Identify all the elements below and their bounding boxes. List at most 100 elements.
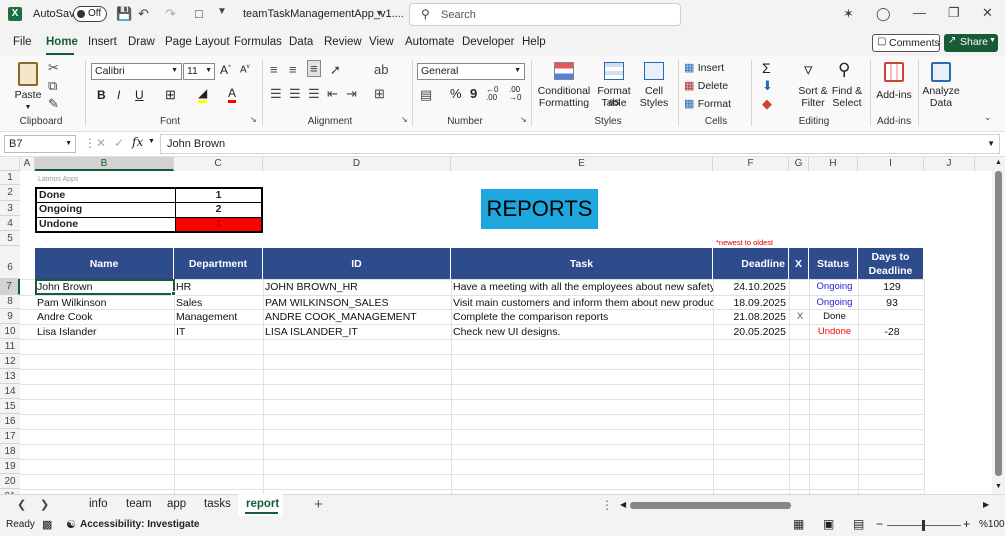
row-header-13[interactable]: 13 [0,369,20,384]
row-header-7[interactable]: 7 [0,279,20,295]
row-header-20[interactable]: 20 [0,474,20,489]
column-header-b[interactable]: B [35,157,174,171]
align-right-icon[interactable]: ☰ [308,86,320,102]
menu-data[interactable]: Data [289,36,313,48]
row-header-11[interactable]: 11 [0,339,20,354]
macro-record-icon[interactable]: ▩ [42,518,52,531]
scroll-up-icon[interactable]: ▲ [995,159,1002,166]
cell-dept[interactable]: Management [174,310,263,324]
collapse-ribbon-icon[interactable]: ⌄ [984,112,992,123]
align-middle-icon[interactable]: ≡ [289,62,297,77]
format-as-table-button[interactable]: Format as Table [592,60,636,114]
column-header-f[interactable]: F [713,157,789,171]
page-break-view-icon[interactable]: ▤ [853,517,864,531]
clear-icon[interactable]: ◆ [762,96,772,112]
prev-sheet-icon[interactable]: ❮ [17,498,26,511]
insert-function-icon[interactable]: fx [132,135,143,149]
italic-icon[interactable]: I [117,88,120,102]
cell-id[interactable]: PAM WILKINSON_SALES [263,296,451,310]
menu-help[interactable]: Help [522,36,546,48]
add-sheet-icon[interactable]: + [314,496,323,513]
share-button[interactable]: ↗ Share ▼ [944,34,998,52]
font-name-select[interactable]: Calibri ▼ [91,63,182,80]
menu-view[interactable]: View [369,36,394,48]
cell-x[interactable]: X [789,310,809,324]
decrease-decimal-icon[interactable]: .00 →0 [509,86,521,102]
save-icon[interactable]: 💾 [116,6,132,22]
cell-status[interactable]: Undone [809,325,858,339]
row-header-1[interactable]: 1 [0,171,20,185]
format-cells-button[interactable]: ▦ Format [684,96,744,112]
lightbulb-icon[interactable]: ◯ [876,6,891,22]
comma-style-icon[interactable]: 9 [470,86,477,101]
column-header-d[interactable]: D [263,157,451,171]
menu-home[interactable]: Home [46,36,78,48]
close-icon[interactable]: ✕ [982,5,993,21]
cut-icon[interactable]: ✂ [48,60,59,76]
orientation-icon[interactable]: ➚ [330,62,341,78]
formula-input[interactable]: John Brown ▼ [160,134,1000,154]
cell-name[interactable]: Andre Cook [35,310,174,324]
sheet-tab-info[interactable]: info [89,498,108,510]
row-header-17[interactable]: 17 [0,429,20,444]
row-header-8[interactable]: 8 [0,295,20,309]
cell-dept[interactable]: Sales [174,296,263,310]
underline-icon[interactable]: U [135,88,144,102]
file-name-chevron-icon[interactable]: ▼ [375,8,384,18]
horizontal-scroll-thumb[interactable] [630,502,791,509]
copy-icon[interactable]: ⧉ [48,78,57,94]
align-bottom-icon[interactable]: ≡ [307,60,321,77]
cell-days[interactable]: 93 [858,296,924,310]
vertical-scrollbar[interactable]: ▲ ▼ [992,157,1005,494]
zoom-slider-thumb[interactable] [922,520,925,531]
undo-icon[interactable]: ↶ [138,6,149,22]
quick-access-dropdown-icon[interactable]: ▼ [217,6,227,17]
increase-decimal-icon[interactable]: ←0.00 [486,86,498,102]
vertical-scroll-thumb[interactable] [995,171,1002,476]
sort-filter-button[interactable]: ▿ Sort & Filter [796,60,830,114]
row-header-16[interactable]: 16 [0,414,20,429]
addins-button[interactable]: Add-ins [876,60,912,114]
scroll-down-icon[interactable]: ▼ [995,483,1002,490]
enter-icon[interactable]: ✓ [114,136,124,150]
horizontal-scrollbar[interactable] [630,501,980,510]
decrease-indent-icon[interactable]: ⇤ [327,86,338,102]
row-header-19[interactable]: 19 [0,459,20,474]
search-box[interactable]: ⚲ Search [409,3,681,26]
name-box[interactable]: B7 ▼ [4,135,76,153]
select-all-corner[interactable] [0,157,20,171]
row-header-12[interactable]: 12 [0,354,20,369]
borders-icon[interactable]: ⊞ [165,87,176,103]
analyze-data-button[interactable]: Analyze Data [922,60,960,114]
zoom-slider[interactable] [887,520,961,531]
align-top-icon[interactable]: ≡ [270,62,278,77]
row-header-18[interactable]: 18 [0,444,20,459]
column-header-e[interactable]: E [451,157,713,171]
cell-status[interactable]: Ongoing [809,280,858,294]
increase-font-icon[interactable]: A^ [220,63,231,77]
cell-styles-button[interactable]: Cell Styles [636,60,672,114]
zoom-level[interactable]: %100 [979,519,1005,530]
column-header-h[interactable]: H [809,157,858,171]
menu-file[interactable]: File [13,36,32,48]
accessibility-status[interactable]: Accessibility: Investigate [80,519,200,530]
row-header-15[interactable]: 15 [0,399,20,414]
menu-insert[interactable]: Insert [88,36,117,48]
fill-color-icon[interactable]: ◢ [198,86,208,103]
minimize-icon[interactable]: — [913,5,926,20]
row-header-3[interactable]: 3 [0,201,20,216]
autosave-toggle[interactable]: Off [73,6,107,22]
sheet-tab-tasks[interactable]: tasks [204,498,231,510]
font-color-icon[interactable]: A [228,86,237,103]
bold-icon[interactable]: B [97,88,106,102]
cell-task[interactable]: Visit main customers and inform them abo… [451,296,713,310]
align-left-icon[interactable]: ☰ [270,86,282,102]
zoom-in-icon[interactable]: + [963,517,970,531]
alignment-launcher-icon[interactable]: ↘ [401,115,408,124]
cell-deadline[interactable]: 18.09.2025 [713,296,789,310]
merge-center-icon[interactable]: ⊞ [374,86,385,102]
delete-cells-button[interactable]: ▦ Delete [684,78,744,94]
cell-id[interactable]: ANDRE COOK_MANAGEMENT [263,310,451,324]
scroll-right-icon[interactable]: ▶ [983,500,989,509]
accounting-format-icon[interactable]: ▤ [420,87,432,103]
